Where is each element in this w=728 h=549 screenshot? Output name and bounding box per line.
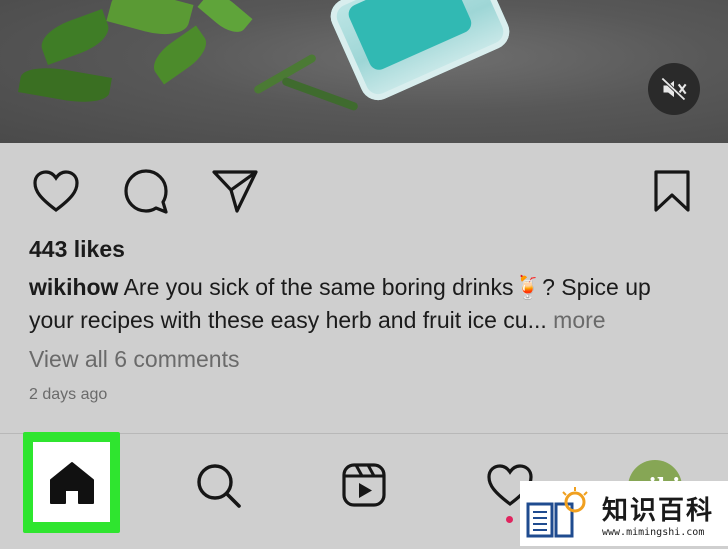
caption-username[interactable]: wikihow <box>29 274 118 300</box>
nav-search-button[interactable] <box>183 446 253 524</box>
view-comments-link[interactable]: View all 6 comments <box>29 346 240 373</box>
herb-leaf <box>36 9 114 65</box>
watermark-text: 知识百科 www.mimingshi.com <box>602 490 714 538</box>
herb-leaf <box>18 62 112 108</box>
post-media[interactable] <box>0 0 728 143</box>
watermark-logo <box>520 484 594 544</box>
more-link[interactable]: more <box>547 307 605 333</box>
share-button[interactable] <box>207 163 263 219</box>
herb-leaf <box>146 25 214 85</box>
nav-reels-button[interactable] <box>329 446 399 524</box>
notification-dot <box>506 516 513 523</box>
drink-emoji: 🍹 <box>513 274 543 300</box>
bookmark-icon <box>654 170 690 212</box>
post-caption: wikihow Are you sick of the same boring … <box>29 271 699 337</box>
likes-count[interactable]: 443 likes <box>29 236 125 263</box>
watermark: 知识百科 www.mimingshi.com <box>520 481 728 546</box>
nav-home-button[interactable] <box>33 442 110 522</box>
book-bulb-icon <box>526 486 588 537</box>
search-icon <box>197 464 241 508</box>
caption-text: Are you sick of the same boring drinks <box>118 274 514 300</box>
herb-leaf <box>197 0 253 40</box>
post-timestamp: 2 days ago <box>29 386 108 403</box>
comment-bubble-icon <box>124 169 168 214</box>
watermark-title: 知识百科 <box>602 495 715 526</box>
reels-icon <box>342 463 386 507</box>
comment-button[interactable] <box>118 163 174 219</box>
ice-tray-water <box>345 0 475 73</box>
home-icon <box>49 462 94 504</box>
speaker-muted-icon <box>661 77 687 101</box>
herb-leaf <box>281 76 359 112</box>
heart-icon <box>33 170 79 213</box>
save-button[interactable] <box>644 163 700 219</box>
ice-tray <box>324 0 516 106</box>
mute-button[interactable] <box>648 63 700 115</box>
watermark-url: www.mimingshi.com <box>602 526 705 538</box>
paper-plane-icon <box>212 170 258 213</box>
post-actions <box>0 143 728 233</box>
like-button[interactable] <box>28 163 84 219</box>
